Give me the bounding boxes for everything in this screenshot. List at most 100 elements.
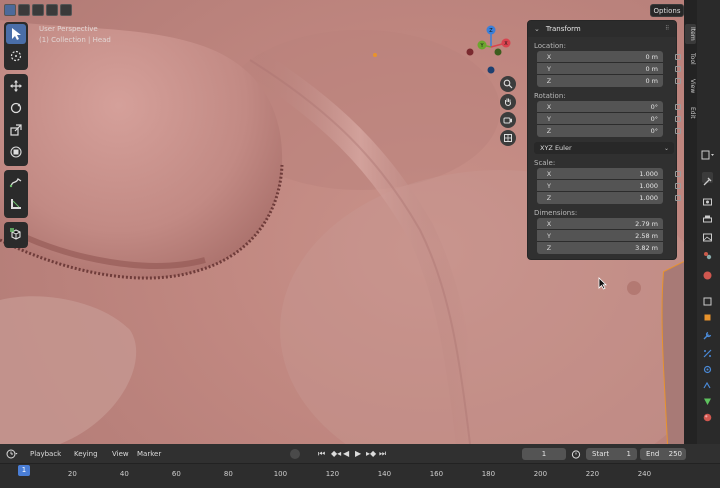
axis-label: Y [547, 64, 551, 73]
gizmo-x-label: X [504, 41, 508, 47]
lock-icon[interactable] [675, 128, 681, 134]
collection-properties-tab[interactable] [702, 292, 713, 306]
tab-tool[interactable]: Tool [685, 50, 696, 68]
location-x-field[interactable]: X 0 m [537, 51, 681, 63]
move-tool[interactable] [6, 76, 26, 96]
rotate-tool[interactable] [6, 98, 26, 118]
select-tool-group [4, 22, 28, 70]
scale-y-field[interactable]: Y 1.000 [537, 180, 681, 192]
world-properties-tab[interactable] [702, 266, 713, 280]
transform-tool[interactable] [6, 142, 26, 162]
stopwatch-icon[interactable] [571, 449, 581, 459]
modifier-properties-tab[interactable] [702, 326, 713, 340]
menu-keying[interactable]: Keying [74, 450, 98, 458]
perspective-toggle-button[interactable] [500, 130, 516, 146]
navigation-gizmo[interactable]: Z X Y [462, 22, 520, 80]
options-button[interactable]: Options [650, 4, 684, 17]
select-extend-button[interactable] [32, 4, 44, 16]
timeline-ruler[interactable]: 20 40 60 80 100 120 140 160 180 200 220 240 [0, 464, 720, 488]
playhead-frame-indicator[interactable]: 1 [18, 465, 30, 476]
lock-icon[interactable] [675, 195, 681, 201]
tab-item[interactable]: Item [685, 24, 696, 44]
editor-type-icon[interactable] [701, 150, 715, 160]
render-properties-tab[interactable] [702, 192, 713, 206]
lock-icon[interactable] [675, 170, 681, 177]
select-subtract-button[interactable] [46, 4, 58, 16]
scale-x-field[interactable]: X 1.000 [537, 168, 681, 180]
scale-z-field[interactable]: Z 1.000 [537, 192, 681, 204]
physics-orbit-icon [703, 365, 712, 374]
jump-keyframe-back-button[interactable]: ◆◂ [331, 449, 341, 458]
start-frame-field[interactable]: Start 1 [586, 448, 637, 460]
rotation-z-field[interactable]: Z 0° [537, 125, 681, 137]
axis-label: X [546, 169, 552, 178]
axis-label: Z [546, 77, 552, 85]
select-box-tool[interactable] [6, 24, 26, 44]
material-properties-tab[interactable] [702, 408, 713, 422]
object-properties-tab[interactable] [702, 308, 713, 321]
add-cube-tool[interactable] [6, 224, 26, 244]
jump-keyframe-forward-button[interactable]: ▸◆ [366, 449, 376, 458]
annotate-tool[interactable] [6, 172, 26, 192]
timeline-tick-label: 120 [325, 470, 340, 478]
rotation-x-field[interactable]: X 0° [537, 101, 681, 113]
rotation-y-field[interactable]: Y 0° [537, 113, 681, 125]
add-cube-icon [10, 228, 21, 240]
location-z-field[interactable]: Z 0 m [537, 75, 681, 87]
clock-editor-icon[interactable] [6, 449, 18, 459]
location-fields: X 0 m Y 0 m Z 0 m [528, 51, 681, 87]
tool-properties-tab[interactable] [702, 172, 713, 186]
properties-tabs [697, 0, 720, 444]
auto-keying-button[interactable] [290, 449, 300, 459]
particles-properties-tab[interactable] [702, 344, 713, 358]
constraints-properties-tab[interactable] [702, 376, 713, 389]
dimensions-fields: X 2.79 m Y 2.58 m Z 3.82 m [528, 218, 676, 254]
lock-icon[interactable] [675, 65, 681, 72]
object-data-properties-tab[interactable] [702, 392, 713, 405]
end-frame-field[interactable]: End 250 [640, 448, 686, 460]
zoom-button[interactable] [500, 76, 516, 92]
lock-icon[interactable] [675, 103, 681, 110]
measure-tool[interactable] [6, 194, 26, 214]
pan-button[interactable] [500, 94, 516, 110]
output-properties-tab[interactable] [702, 210, 713, 223]
tab-edit[interactable]: Edit [685, 104, 696, 122]
play-reverse-button[interactable]: ◀ [343, 449, 349, 458]
lock-icon[interactable] [675, 182, 681, 189]
lock-icon[interactable] [675, 53, 681, 60]
camera-view-button[interactable] [500, 112, 516, 128]
play-button[interactable]: ▶ [355, 449, 361, 458]
tab-view[interactable]: View [685, 76, 696, 96]
current-frame-field[interactable]: 1 [522, 448, 566, 460]
menu-view[interactable]: View [112, 450, 129, 458]
jump-end-button[interactable]: ⏭ [379, 449, 386, 459]
lock-icon[interactable] [675, 115, 681, 122]
select-intersect-button[interactable] [60, 4, 72, 16]
field-value: 0° [650, 102, 658, 111]
timeline-tick-label: 40 [119, 470, 129, 478]
transform-panel-header[interactable]: ⌄ Transform ⠿ [528, 21, 676, 37]
menu-marker[interactable]: Marker [137, 450, 161, 458]
select-box-button[interactable] [18, 4, 30, 16]
cursor-tool[interactable] [6, 46, 26, 66]
lock-icon[interactable] [675, 78, 681, 84]
jump-start-button[interactable]: ⏮ [318, 449, 325, 459]
dimensions-x-field[interactable]: X 2.79 m [537, 218, 663, 230]
drag-handle-icon[interactable]: ⠿ [665, 25, 669, 32]
menu-playback[interactable]: Playback [30, 450, 61, 458]
dimensions-z-field[interactable]: Z 3.82 m [537, 242, 663, 254]
physics-properties-tab[interactable] [702, 360, 713, 374]
object-square-icon [704, 314, 711, 321]
scene-properties-tab[interactable] [702, 246, 713, 260]
dimensions-y-field[interactable]: Y 2.58 m [537, 230, 663, 242]
mode-select-button[interactable] [4, 4, 16, 16]
timeline-tick-label: 140 [377, 470, 392, 478]
chevron-down-icon: ⌄ [663, 144, 669, 152]
timeline-tick-label: 160 [429, 470, 444, 478]
location-y-field[interactable]: Y 0 m [537, 63, 681, 75]
scale-tool[interactable] [6, 120, 26, 140]
3d-viewport[interactable]: User Perspective (1) Collection | Head O… [0, 0, 684, 444]
rotation-mode-dropdown[interactable]: XYZ Euler ⌄ [534, 142, 674, 154]
mesh-triangle-icon [704, 398, 711, 405]
view-layer-properties-tab[interactable] [702, 228, 713, 242]
